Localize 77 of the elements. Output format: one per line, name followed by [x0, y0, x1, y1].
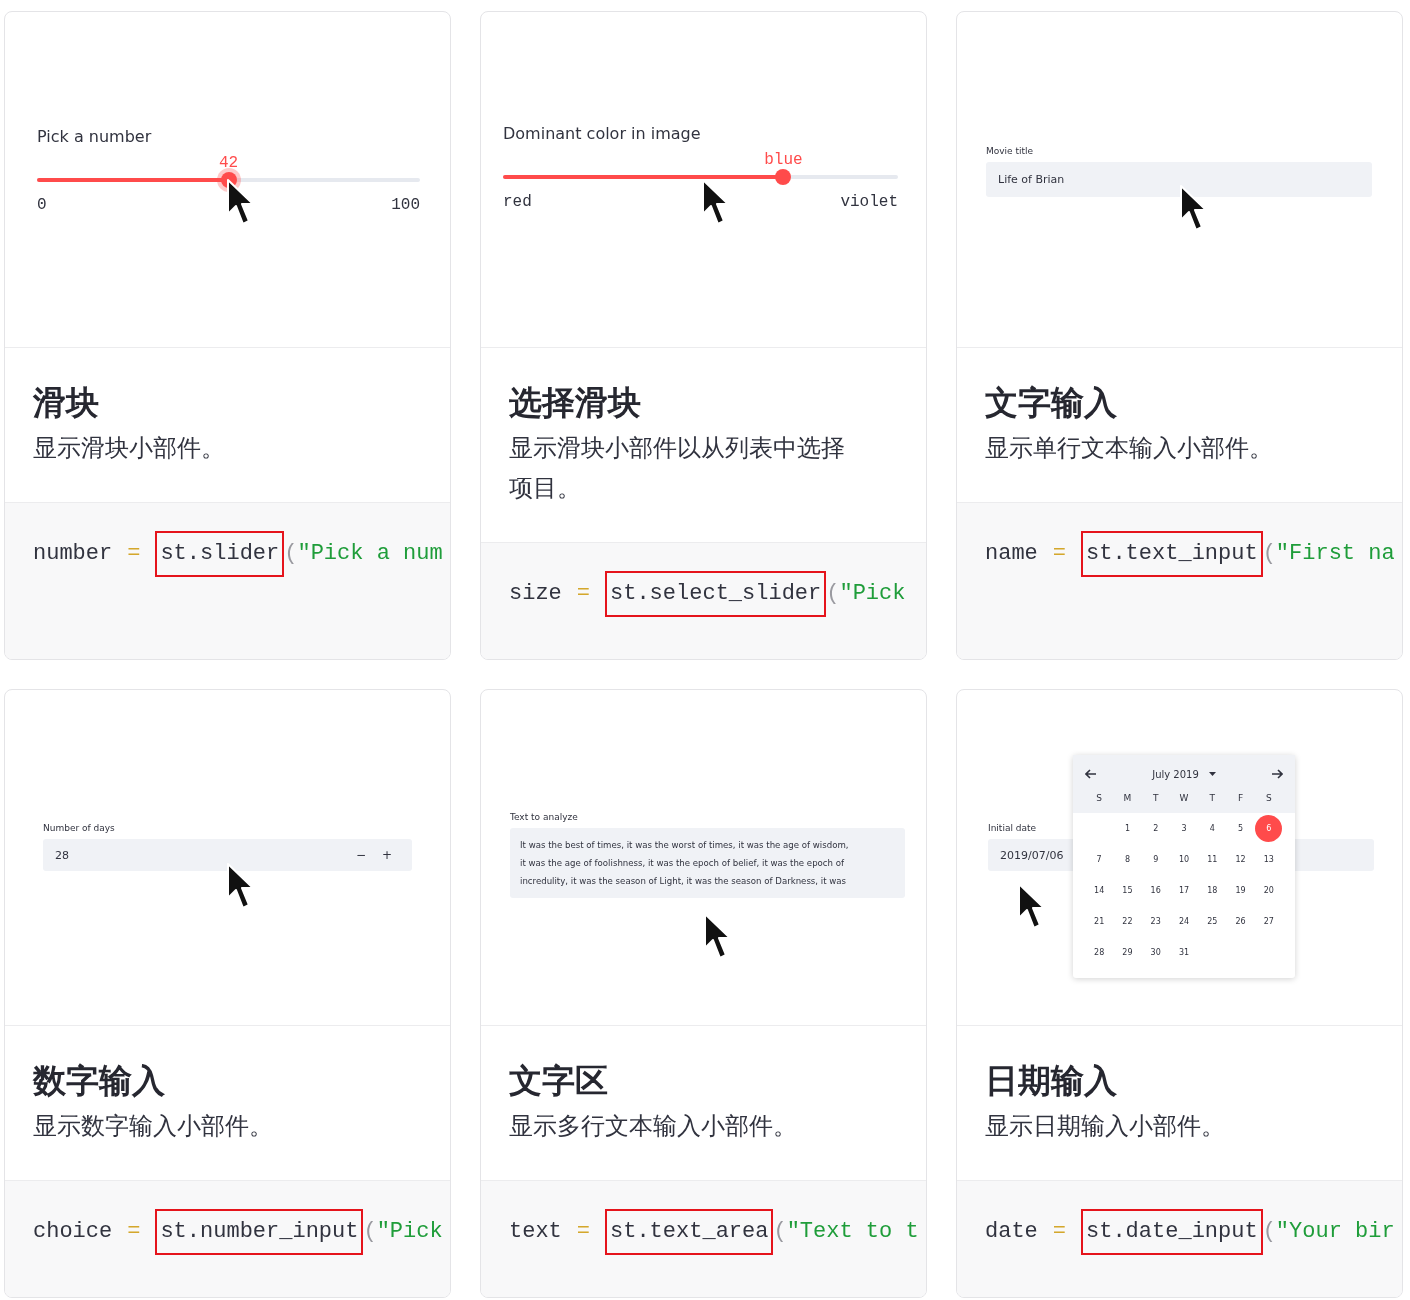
calendar-day[interactable]: 17	[1170, 877, 1198, 904]
calendar-day[interactable]: 30	[1142, 939, 1170, 966]
calendar-day[interactable]: 10	[1170, 846, 1198, 873]
calendar-day[interactable]: 24	[1170, 908, 1198, 935]
calendar-day[interactable]: 12	[1227, 846, 1255, 873]
weekday-label: M	[1122, 793, 1133, 805]
slider-max: 100	[391, 196, 420, 214]
slider-value: 42	[218, 154, 239, 172]
card-title: 日期输入	[985, 1060, 1118, 1102]
month-label[interactable]: July 2019	[1152, 768, 1199, 780]
card-description: 显示日期输入小部件。	[985, 1111, 1226, 1142]
code-snippet: choice = st.number_input ("Pick	[5, 1181, 450, 1297]
caret-down-icon[interactable]	[1208, 772, 1216, 776]
calendar-day[interactable]: 26	[1227, 908, 1255, 935]
increment-button[interactable]: +	[373, 848, 400, 862]
calendar-day[interactable]: 4	[1198, 815, 1226, 842]
card-description: 显示单行文本输入小部件。	[985, 433, 1274, 464]
field-label: Movie title	[986, 146, 1034, 156]
card-description: 显示数字输入小部件。	[33, 1111, 274, 1142]
calendar-day[interactable]: 22	[1113, 908, 1141, 935]
calendar-day[interactable]: 8	[1113, 846, 1141, 873]
weekday-label: T	[1151, 793, 1160, 805]
calendar-day[interactable]: 20	[1255, 877, 1283, 904]
weekday-label: S	[1095, 793, 1103, 805]
field-label: Text to analyze	[510, 812, 578, 822]
calendar-day[interactable]: 31	[1170, 939, 1198, 966]
calendar-day[interactable]: 3	[1170, 815, 1198, 842]
slider-min: 0	[37, 196, 47, 214]
calendar-day[interactable]: 11	[1198, 846, 1226, 873]
weekday-label: W	[1178, 793, 1190, 805]
code-snippet: date = st.date_input ("Your bir	[957, 1181, 1402, 1297]
card-description: 显示多行文本输入小部件。	[509, 1111, 798, 1142]
calendar-day[interactable]: 9	[1142, 846, 1170, 873]
code-snippet: number = st.slider ("Pick a num	[5, 503, 450, 659]
calendar-day[interactable]: 21	[1085, 908, 1113, 935]
calendar-day[interactable]: 5	[1227, 815, 1255, 842]
calendar-day[interactable]: 29	[1113, 939, 1141, 966]
calendar-day[interactable]: 25	[1198, 908, 1226, 935]
weekday-label: F	[1236, 793, 1245, 805]
calendar-day[interactable]: 15	[1113, 877, 1141, 904]
slider-thumb[interactable]	[775, 169, 792, 185]
text-area-field[interactable]: It was the best of times, it was the worst of times, it was the age of wisdom, it was the age of foolishness, it was the epoch of belief, it was the epoch of incredulity, it was the season of Light, it was the season of Darkness, it was	[510, 828, 905, 898]
calendar-day[interactable]: 16	[1142, 877, 1170, 904]
code-snippet: name = st.text_input ("First na	[957, 503, 1402, 659]
calendar-day[interactable]: 28	[1085, 939, 1113, 966]
code-snippet: text = st.text_area ("Text to t	[481, 1181, 926, 1297]
card-title: 文字区	[509, 1060, 609, 1102]
left-arrow-icon[interactable]	[1085, 769, 1097, 779]
calendar-day[interactable]: 13	[1255, 846, 1283, 873]
right-arrow-icon[interactable]	[1271, 769, 1283, 779]
calendar-day[interactable]: 14	[1085, 877, 1113, 904]
card-description: 显示滑块小部件以从列表中选择项目。	[509, 433, 846, 504]
weekday-label: S	[1265, 793, 1273, 805]
slider-label: Pick a number	[37, 127, 153, 146]
calendar-day[interactable]: 23	[1142, 908, 1170, 935]
calendar-day[interactable]: 7	[1085, 846, 1113, 873]
field-label: Number of days	[43, 823, 115, 833]
card-title: 数字输入	[33, 1060, 166, 1102]
card-title: 文字输入	[985, 382, 1118, 424]
card-title: 选择滑块	[509, 382, 642, 424]
code-snippet: size = st.select_slider ("Pick	[481, 543, 926, 659]
card-title: 滑块	[33, 382, 100, 424]
slider-value: blue	[764, 151, 803, 169]
calendar-day[interactable]: 2	[1142, 815, 1170, 842]
calendar-day[interactable]: 18	[1198, 877, 1226, 904]
decrement-button[interactable]: −	[347, 848, 374, 862]
number-input-field[interactable]: 28 − +	[43, 839, 412, 871]
calendar-day[interactable]: 27	[1255, 908, 1283, 935]
field-label: Initial date	[988, 823, 1037, 833]
text-input-field[interactable]: Life of Brian	[986, 162, 1372, 197]
card-description: 显示滑块小部件。	[33, 433, 226, 464]
slider-max: violet	[840, 193, 898, 211]
slider-label: Dominant color in image	[503, 124, 702, 143]
calendar-day[interactable]: 19	[1227, 877, 1255, 904]
slider-min: red	[503, 193, 532, 211]
weekday-label: T	[1208, 793, 1217, 805]
calendar-day[interactable]: 1	[1113, 815, 1141, 842]
